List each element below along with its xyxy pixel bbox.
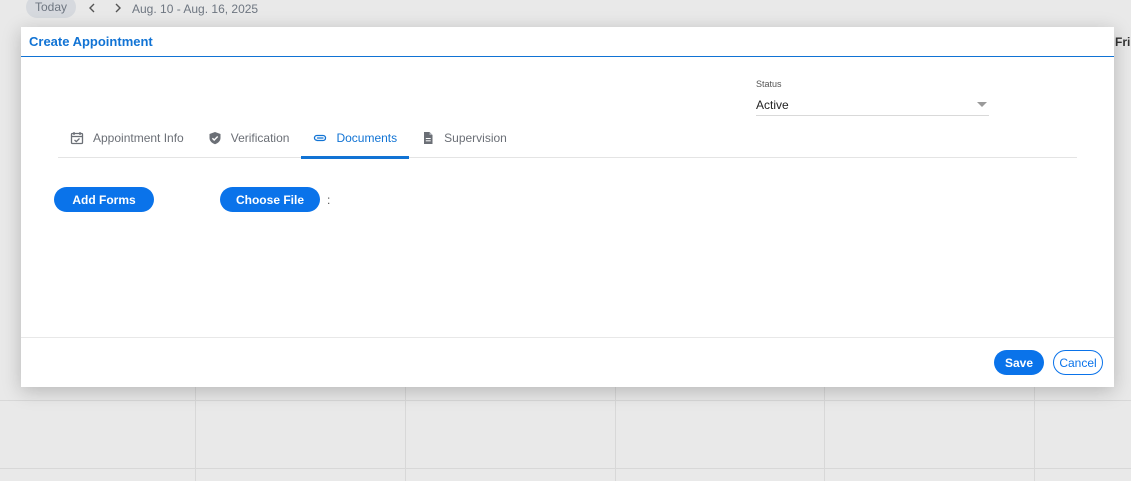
tab-label: Appointment Info [93, 131, 184, 145]
today-button[interactable]: Today [26, 0, 76, 18]
grid-line [405, 387, 406, 481]
document-icon [421, 131, 435, 145]
shield-check-icon [208, 131, 222, 145]
dialog-footer-divider [21, 337, 1114, 338]
tab-verification[interactable]: Verification [196, 118, 302, 158]
file-name-text: : [327, 193, 331, 207]
tab-supervision[interactable]: Supervision [409, 118, 519, 158]
grid-line [1034, 387, 1035, 481]
dialog-header: Create Appointment [21, 27, 1114, 57]
tab-appointment-info[interactable]: Appointment Info [58, 118, 196, 158]
date-range: Aug. 10 - Aug. 16, 2025 [132, 2, 259, 16]
tab-bar: Appointment Info Verification Documents [58, 118, 1077, 159]
day-header-fri: Fri [1115, 35, 1131, 49]
grid-line [195, 387, 196, 481]
status-value: Active [756, 97, 789, 112]
cancel-button[interactable]: Cancel [1053, 350, 1103, 375]
status-label: Status [756, 79, 782, 89]
add-forms-button[interactable]: Add Forms [54, 187, 154, 212]
paperclip-icon [313, 131, 327, 145]
status-field: Status Active [756, 79, 989, 116]
tab-documents[interactable]: Documents [301, 118, 409, 159]
choose-file-button[interactable]: Choose File [220, 187, 320, 212]
tab-label: Supervision [444, 131, 507, 145]
save-button[interactable]: Save [994, 350, 1044, 375]
chevron-left-icon[interactable] [86, 1, 98, 15]
tab-label: Verification [230, 131, 290, 145]
chevron-down-icon [977, 102, 987, 107]
grid-line [0, 468, 1131, 469]
grid-line [0, 400, 1131, 401]
grid-line [824, 387, 825, 481]
dialog-title: Create Appointment [29, 34, 153, 49]
chevron-right-icon[interactable] [112, 1, 124, 15]
calendar-toolbar: Today Aug. 10 - Aug. 16, 2025 [0, 0, 1131, 20]
create-appointment-dialog: Create Appointment Status Active Appoint… [21, 27, 1114, 387]
grid-line [615, 387, 616, 481]
status-select[interactable]: Active [756, 94, 989, 116]
tab-label: Documents [336, 131, 398, 145]
calendar-check-icon [70, 131, 84, 145]
